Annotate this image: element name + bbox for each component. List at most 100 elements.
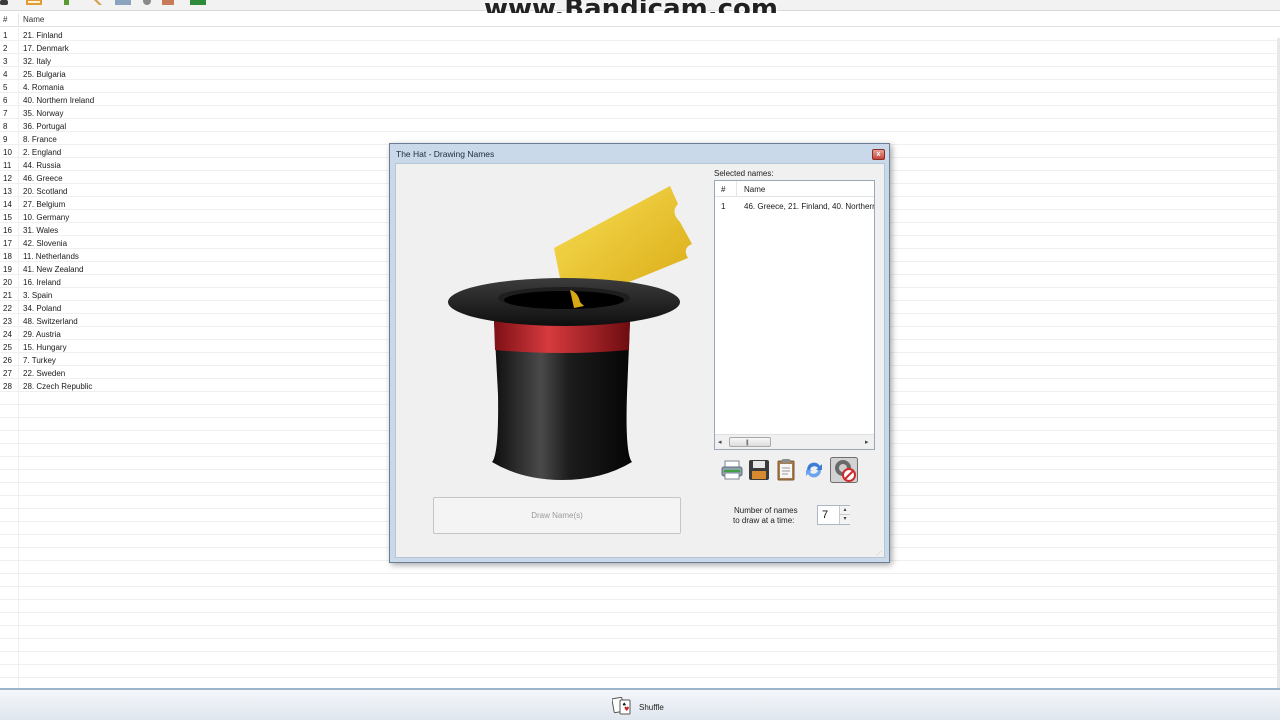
table-row[interactable]: 28 28. Czech Republic xyxy=(0,380,380,393)
row-number: 28 xyxy=(3,382,12,391)
table-row[interactable]: 23 48. Switzerland xyxy=(0,315,380,328)
selected-names-list[interactable]: # Name 1 46. Greece, 21. Finland, 40. No… xyxy=(714,180,875,450)
table-row[interactable]: 18 11. Netherlands xyxy=(0,250,380,263)
scroll-right-icon[interactable]: ▸ xyxy=(865,438,869,446)
table-row[interactable]: 20 16. Ireland xyxy=(0,276,380,289)
horizontal-scrollbar[interactable]: ◂ ||| ▸ xyxy=(715,434,874,449)
row-name: 7. Turkey xyxy=(23,356,56,365)
scroll-left-icon[interactable]: ◂ xyxy=(718,438,722,446)
toolbar-open-icon[interactable] xyxy=(25,0,43,6)
table-row[interactable]: 24 29. Austria xyxy=(0,328,380,341)
toolbar-print-icon[interactable] xyxy=(114,0,132,6)
row-number: 13 xyxy=(3,187,12,196)
row-number: 11 xyxy=(3,161,12,170)
toolbar-settings-icon[interactable] xyxy=(141,0,159,6)
shuffle-label: Shuffle xyxy=(639,703,664,712)
row-number: 4 xyxy=(3,70,8,79)
print-icon[interactable] xyxy=(720,458,744,482)
names-per-draw-label: Number of names xyxy=(734,506,798,515)
row-number: 21 xyxy=(3,291,12,300)
drawing-names-dialog: The Hat - Drawing Names x Draw Name(s) S… xyxy=(389,143,890,563)
row-number: 12 xyxy=(3,174,12,183)
close-icon[interactable]: x xyxy=(872,149,885,160)
row-number: 24 xyxy=(3,330,12,339)
row-name: 36. Portugal xyxy=(23,122,67,131)
row-name: 21. Finland xyxy=(23,31,63,40)
status-bar: ♠ ♥ Shuffle xyxy=(0,688,1280,720)
resize-grip-icon[interactable]: ⋰ xyxy=(876,550,882,557)
row-name: 34. Poland xyxy=(23,304,62,313)
table-row[interactable]: 27 22. Sweden xyxy=(0,367,380,380)
spin-down-icon[interactable]: ▾ xyxy=(839,515,850,524)
table-row[interactable]: 21 3. Spain xyxy=(0,289,380,302)
table-row[interactable]: 4 25. Bulgaria xyxy=(0,68,380,81)
column-divider[interactable] xyxy=(18,13,19,27)
table-row[interactable]: 14 27. Belgium xyxy=(0,198,380,211)
row-number: 26 xyxy=(3,356,12,365)
toolbar-clear-icon[interactable] xyxy=(160,0,178,6)
scrollbar-thumb[interactable] xyxy=(729,437,771,447)
toolbar-add-icon[interactable] xyxy=(60,0,74,6)
names-per-draw-value[interactable]: 7 xyxy=(822,509,828,521)
column-header-number[interactable]: # xyxy=(721,185,725,194)
row-name: 42. Slovenia xyxy=(23,239,68,248)
row-number: 7 xyxy=(3,109,8,118)
column-divider[interactable] xyxy=(736,181,737,197)
list-item[interactable]: 1 46. Greece, 21. Finland, 40. Northern … xyxy=(715,199,874,213)
toolbar-app-icon[interactable] xyxy=(0,0,14,6)
row-name: 40. Northern Ireland xyxy=(23,96,95,105)
row-name: 41. New Zealand xyxy=(23,265,84,274)
row-number: 15 xyxy=(3,213,12,222)
table-row[interactable]: 3 32. Italy xyxy=(0,55,380,68)
column-header-name[interactable]: Name xyxy=(23,15,44,24)
save-icon[interactable] xyxy=(747,458,771,482)
table-row[interactable]: 2 17. Denmark xyxy=(0,42,380,55)
row-number: 8 xyxy=(3,122,8,131)
row-number: 10 xyxy=(3,148,12,157)
column-header-name[interactable]: Name xyxy=(744,185,765,194)
table-row[interactable]: 9 8. France xyxy=(0,133,380,146)
selected-names-label: Selected names: xyxy=(714,169,774,178)
table-row[interactable]: 6 40. Northern Ireland xyxy=(0,94,380,107)
draw-names-button[interactable]: Draw Name(s) xyxy=(433,497,681,534)
row-number: 14 xyxy=(3,200,12,209)
table-row[interactable]: 26 7. Turkey xyxy=(0,354,380,367)
row-number: 23 xyxy=(3,317,12,326)
table-row[interactable]: 11 44. Russia xyxy=(0,159,380,172)
row-name: 35. Norway xyxy=(23,109,64,118)
table-row[interactable]: 5 4. Romania xyxy=(0,81,380,94)
row-name: 31. Wales xyxy=(23,226,59,235)
table-row[interactable]: 25 15. Hungary xyxy=(0,341,380,354)
clipboard-icon[interactable] xyxy=(774,458,798,482)
table-row[interactable]: 12 46. Greece xyxy=(0,172,380,185)
row-name: 8. France xyxy=(23,135,57,144)
row-number: 2 xyxy=(3,44,8,53)
table-row[interactable]: 19 41. New Zealand xyxy=(0,263,380,276)
table-row[interactable]: 13 20. Scotland xyxy=(0,185,380,198)
column-header-number[interactable]: # xyxy=(3,15,7,24)
table-row[interactable]: 15 10. Germany xyxy=(0,211,380,224)
row-name: 22. Sweden xyxy=(23,369,66,378)
row-name: 4. Romania xyxy=(23,83,64,92)
top-hat-with-ticket-icon xyxy=(448,186,692,480)
table-row[interactable]: 17 42. Slovenia xyxy=(0,237,380,250)
toolbar-edit-icon[interactable] xyxy=(92,0,106,6)
row-name: 20. Scotland xyxy=(23,187,68,196)
refresh-icon[interactable] xyxy=(802,458,826,482)
names-per-draw-stepper[interactable]: 7 ▴ ▾ xyxy=(817,505,850,525)
table-row[interactable]: 1 21. Finland xyxy=(0,29,380,42)
spin-up-icon[interactable]: ▴ xyxy=(839,506,850,515)
row-name: 25. Bulgaria xyxy=(23,70,66,79)
table-row[interactable]: 7 35. Norway xyxy=(0,107,380,120)
list-item-name: 46. Greece, 21. Finland, 40. Northern Ir… xyxy=(744,202,874,211)
table-row[interactable]: 8 36. Portugal xyxy=(0,120,380,133)
table-row[interactable]: 10 2. England xyxy=(0,146,380,159)
row-name: 44. Russia xyxy=(23,161,61,170)
row-number: 18 xyxy=(3,252,12,261)
toolbar-export-icon[interactable] xyxy=(189,0,207,6)
shuffle-button[interactable]: ♠ ♥ Shuffle xyxy=(612,697,682,717)
table-row[interactable]: 22 34. Poland xyxy=(0,302,380,315)
row-name: 32. Italy xyxy=(23,57,52,66)
table-row[interactable]: 16 31. Wales xyxy=(0,224,380,237)
reset-icon[interactable] xyxy=(830,457,858,483)
